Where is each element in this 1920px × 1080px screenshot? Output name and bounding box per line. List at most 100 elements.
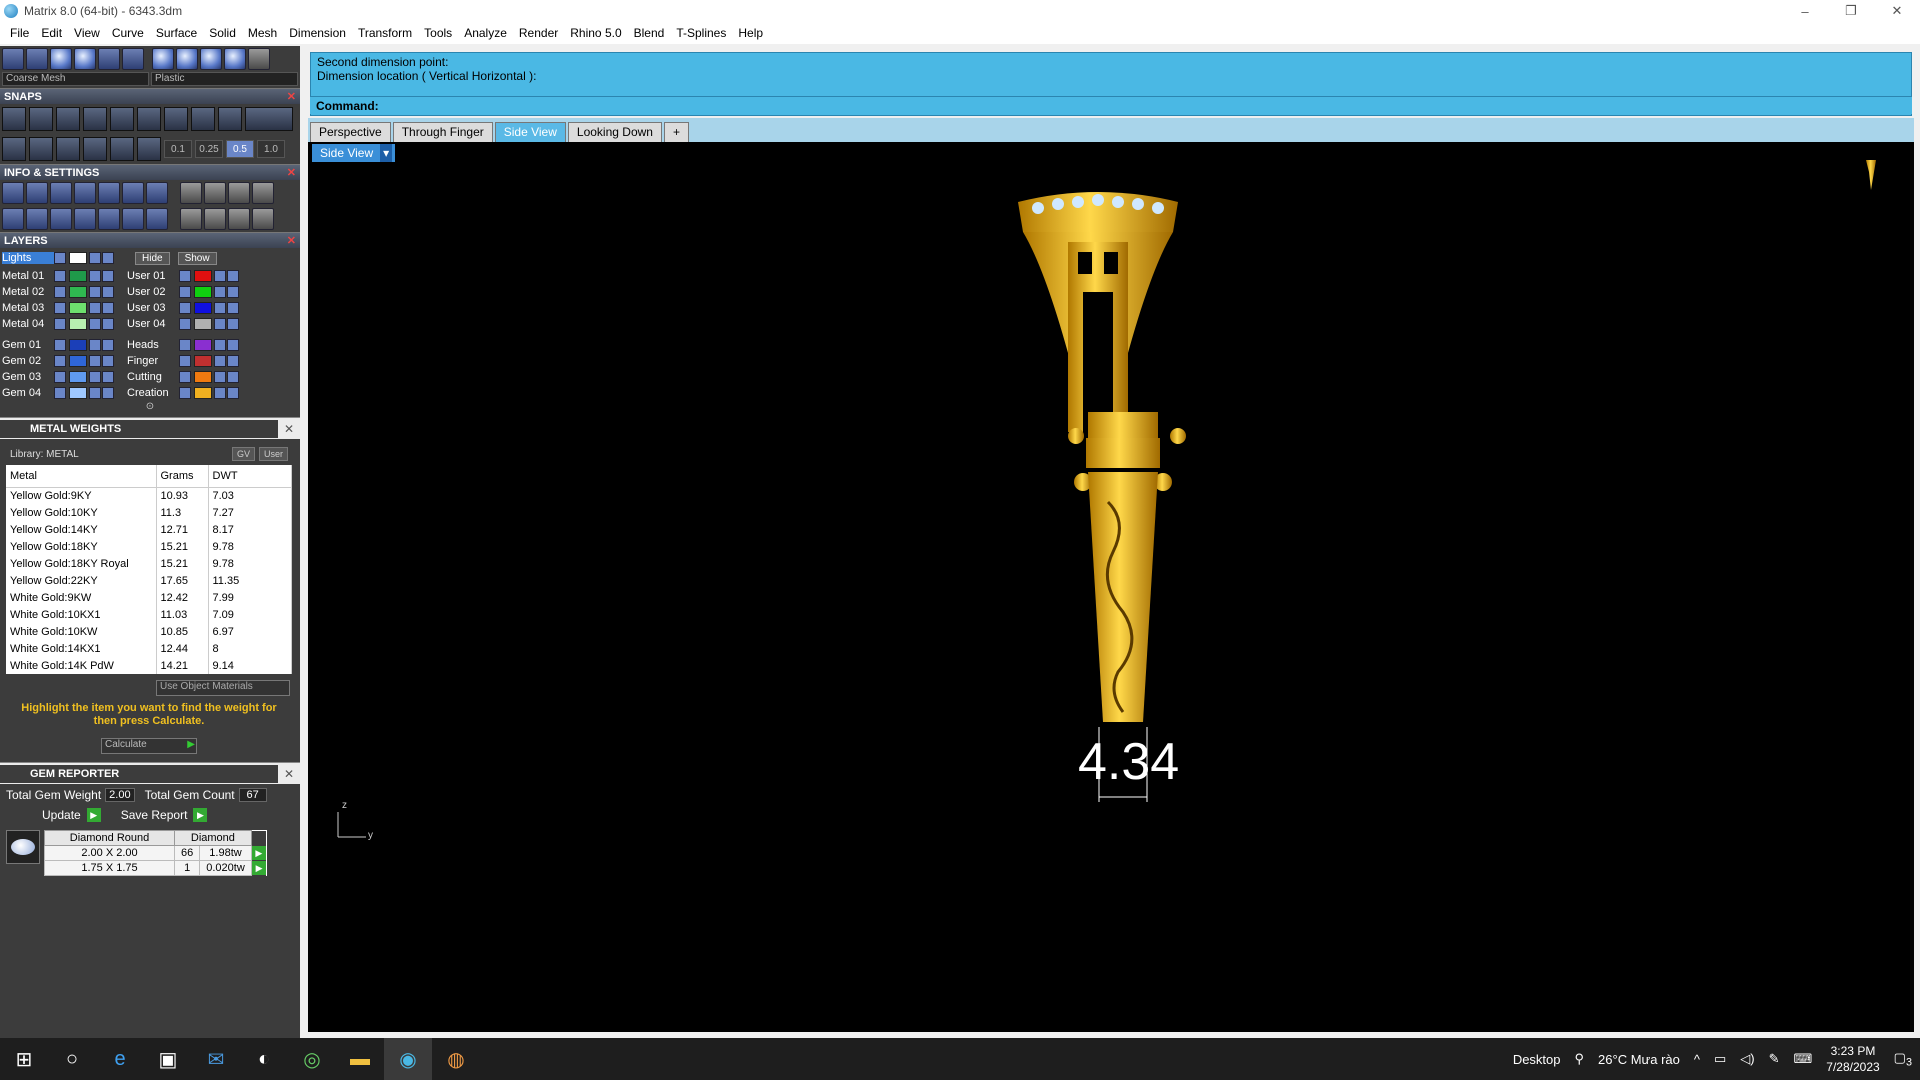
close-button[interactable]: ✕	[1874, 0, 1920, 22]
visible-icon[interactable]	[102, 371, 114, 383]
lock-icon[interactable]	[214, 270, 226, 282]
layer-name[interactable]: Cutting	[127, 371, 179, 383]
people-icon[interactable]: ⚲	[1575, 1051, 1585, 1067]
points-icon[interactable]	[122, 208, 144, 230]
material-sphere-2-icon[interactable]	[176, 48, 198, 70]
weather-widget[interactable]: 26°C Mưa rào	[1598, 1052, 1680, 1067]
tab-through-finger[interactable]: Through Finger	[392, 122, 493, 142]
visible-icon[interactable]	[227, 286, 239, 298]
layer-toggle[interactable]	[54, 302, 66, 314]
close-icon[interactable]: ✕	[278, 767, 300, 781]
close-icon[interactable]: ✕	[278, 422, 300, 436]
layout-icon[interactable]	[29, 137, 53, 161]
layer-color[interactable]	[194, 286, 212, 298]
settings-icon[interactable]	[2, 182, 24, 204]
tool-e-icon[interactable]	[180, 208, 202, 230]
visible-icon[interactable]	[102, 387, 114, 399]
snap-perp-icon[interactable]	[218, 107, 242, 131]
table-row[interactable]: 1.75 X 1.75 1 0.020tw ▶	[44, 860, 267, 876]
arrow-icon[interactable]: ▶	[252, 861, 267, 875]
menu-help[interactable]: Help	[732, 26, 769, 40]
monitor-icon[interactable]	[98, 48, 120, 70]
menu-view[interactable]: View	[68, 26, 106, 40]
layer-name[interactable]: User 03	[127, 302, 179, 314]
visible-icon[interactable]	[227, 355, 239, 367]
menu-blend[interactable]: Blend	[628, 26, 671, 40]
shade-sphere-icon[interactable]	[50, 48, 72, 70]
matrix-taskbar-icon[interactable]: ◉	[384, 1038, 432, 1080]
layer-toggle[interactable]	[179, 270, 191, 282]
visible-icon[interactable]	[102, 355, 114, 367]
table-row[interactable]: White Gold:9KW 12.42 7.99	[6, 589, 292, 606]
layer-color[interactable]	[69, 270, 87, 282]
layer-toggle[interactable]	[54, 252, 66, 264]
folder-icon[interactable]: ▬	[336, 1038, 384, 1080]
layer-name[interactable]: Metal 04	[2, 318, 54, 330]
layer-toggle[interactable]	[54, 387, 66, 399]
layer-name[interactable]: User 01	[127, 270, 179, 282]
snap-value-2[interactable]: 0.5	[226, 140, 254, 158]
table-row[interactable]: White Gold:10KX1 11.03 7.09	[6, 606, 292, 623]
menu-surface[interactable]: Surface	[150, 26, 203, 40]
layer-toggle[interactable]	[179, 286, 191, 298]
menu-tsplines[interactable]: T-Splines	[670, 26, 732, 40]
chevron-up-icon[interactable]: ^	[1694, 1052, 1700, 1067]
clock[interactable]: 3:23 PM 7/28/2023	[1826, 1043, 1879, 1075]
menu-rhino[interactable]: Rhino 5.0	[564, 26, 627, 40]
table-row[interactable]: White Gold:14K PdW 14.21 9.14	[6, 657, 292, 674]
layer-toggle[interactable]	[54, 270, 66, 282]
command-input[interactable]: Command:	[310, 96, 1912, 114]
keyboard-icon[interactable]: ⌨	[1794, 1051, 1813, 1067]
ortho-icon[interactable]	[137, 137, 161, 161]
layer-name[interactable]: Metal 01	[2, 270, 54, 282]
snap-value-3[interactable]: 1.0	[257, 140, 285, 158]
network-icon[interactable]: ▭	[1714, 1051, 1726, 1067]
visible-icon[interactable]	[102, 286, 114, 298]
tab-perspective[interactable]: Perspective	[310, 122, 391, 142]
close-icon[interactable]: ✕	[287, 234, 296, 247]
table-row[interactable]: Yellow Gold:14KY 12.71 8.17	[6, 521, 292, 538]
menu-render[interactable]: Render	[513, 26, 564, 40]
render-sphere-icon[interactable]	[74, 48, 96, 70]
use-object-materials-select[interactable]: Use Object Materials	[156, 680, 290, 696]
lock-icon[interactable]	[89, 302, 101, 314]
menu-transform[interactable]: Transform	[352, 26, 418, 40]
user-button[interactable]: User	[258, 447, 288, 461]
layer-color[interactable]	[69, 318, 87, 330]
calculate-button[interactable]: Calculate	[101, 738, 197, 754]
layer-color[interactable]	[194, 270, 212, 282]
phone-icon[interactable]	[98, 182, 120, 204]
layer-color[interactable]	[194, 371, 212, 383]
printer-icon[interactable]	[50, 182, 72, 204]
material-sphere-3-icon[interactable]	[200, 48, 222, 70]
lock-icon[interactable]	[214, 371, 226, 383]
notification-icon[interactable]: ▢3	[1894, 1050, 1912, 1069]
layer-name[interactable]: Finger	[127, 355, 179, 367]
screen-icon[interactable]	[122, 48, 144, 70]
cube-icon[interactable]	[74, 182, 96, 204]
visible-icon[interactable]	[227, 339, 239, 351]
snap-toggle-icon[interactable]	[245, 107, 293, 131]
lock-icon[interactable]	[214, 318, 226, 330]
layer-name[interactable]: User 04	[127, 318, 179, 330]
arrow-icon[interactable]: ▶	[251, 846, 266, 860]
layer-name[interactable]: Heads	[127, 339, 179, 351]
layer-color[interactable]	[194, 339, 212, 351]
snap-near-icon[interactable]	[137, 107, 161, 131]
column-icon[interactable]	[74, 208, 96, 230]
lock-icon[interactable]	[89, 387, 101, 399]
close-icon[interactable]: ✕	[287, 166, 296, 179]
layer-name[interactable]: Gem 02	[2, 355, 54, 367]
table-row[interactable]: White Gold:10KW 10.85 6.97	[6, 623, 292, 640]
table-row[interactable]: White Gold:14KX1 12.44 8	[6, 640, 292, 657]
layer-color[interactable]	[194, 318, 212, 330]
snap-center-icon[interactable]	[164, 107, 188, 131]
minimize-button[interactable]: –	[1782, 0, 1828, 22]
planar-icon[interactable]	[110, 137, 134, 161]
close-icon[interactable]: ✕	[287, 90, 296, 103]
layer-toggle[interactable]	[54, 286, 66, 298]
snap-value-0[interactable]: 0.1	[164, 140, 192, 158]
grid-view-icon[interactable]	[2, 48, 24, 70]
visible-icon[interactable]	[102, 339, 114, 351]
grid-icon[interactable]	[2, 137, 26, 161]
